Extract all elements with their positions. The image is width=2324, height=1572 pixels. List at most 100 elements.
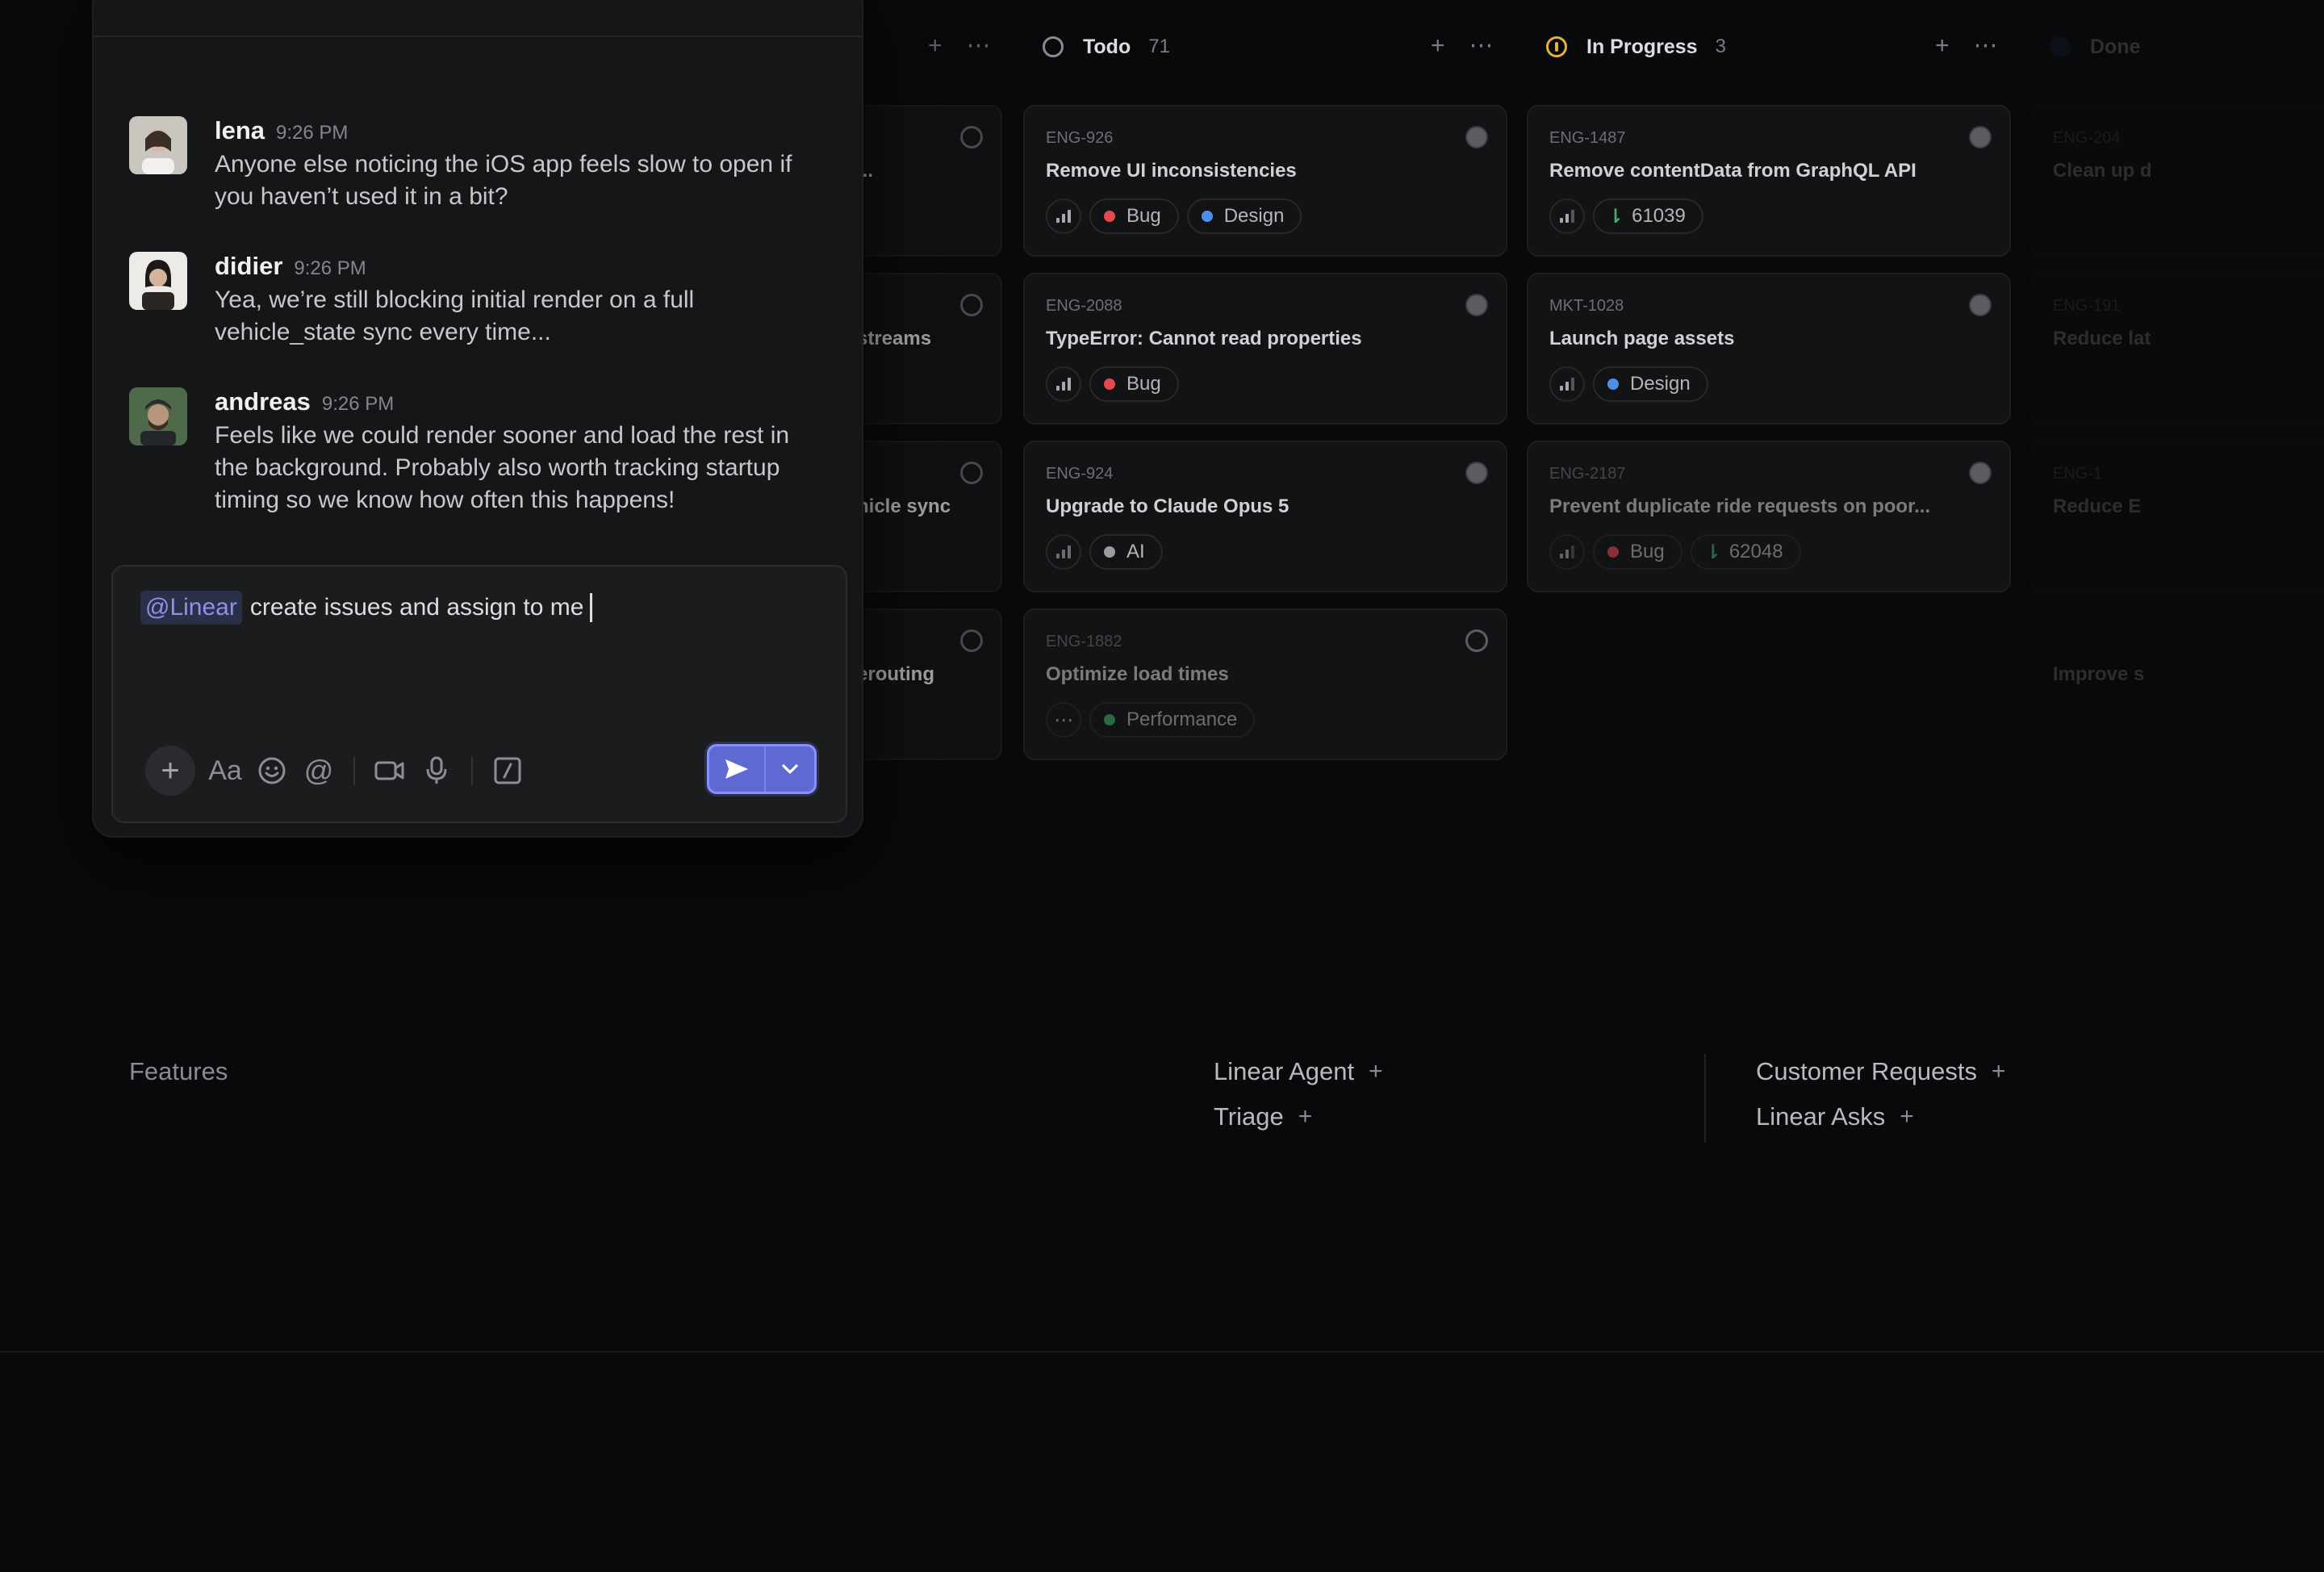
label-chip[interactable]: Bug [1089, 366, 1179, 402]
feature-link-triage[interactable]: Triage + [1214, 1102, 1312, 1131]
card-title: TypeError: Cannot read properties [1046, 328, 1362, 349]
message-time: 9:26 PM [321, 393, 395, 415]
design-dot-icon [1607, 378, 1619, 390]
assignee-icon [960, 629, 983, 652]
text-format-icon[interactable]: Aa [202, 747, 249, 794]
avatar[interactable] [129, 387, 187, 445]
priority-chip[interactable] [1046, 199, 1081, 234]
assignee-avatar [1969, 126, 1992, 148]
column-count: 71 [1148, 36, 1170, 57]
feature-link-customer-requests[interactable]: Customer Requests + [1756, 1057, 2005, 1086]
message-author[interactable]: lena [215, 116, 265, 145]
card-title: Optimize load times [1046, 663, 1229, 685]
message-author[interactable]: andreas [215, 387, 311, 416]
card-title: Improve s [2053, 663, 2145, 685]
issue-card[interactable]: ENG-1882 Optimize load times ⋯ Performan… [1023, 608, 1507, 760]
issue-card[interactable]: ENG-204 Clean up d [2030, 105, 2324, 257]
ai-dot-icon [1104, 546, 1115, 558]
assignee-avatar [1465, 126, 1488, 148]
emoji-icon[interactable] [249, 747, 295, 794]
assignee-avatar [1465, 462, 1488, 484]
message-author[interactable]: didier [215, 252, 282, 281]
issue-card[interactable]: ENG-191 Reduce lat [2030, 273, 2324, 424]
feature-link-linear-agent[interactable]: Linear Agent + [1214, 1057, 1383, 1086]
no-priority-icon: ⋯ [1054, 709, 1073, 731]
assignee-avatar [1465, 294, 1488, 316]
column-header-todo[interactable]: Todo 71 [1043, 29, 1170, 65]
feature-link-linear-asks[interactable]: Linear Asks + [1756, 1102, 1914, 1131]
priority-chip[interactable] [1549, 366, 1585, 402]
feature-label: Triage [1214, 1102, 1284, 1131]
message-composer[interactable]: @Linear create issues and assign to me +… [111, 565, 847, 823]
label-chip[interactable]: AI [1089, 534, 1163, 570]
column-actions: + ⋯ [1431, 34, 1494, 58]
bug-dot-icon [1104, 378, 1115, 390]
linear-mention[interactable]: @Linear [140, 591, 242, 625]
add-issue-icon[interactable]: + [1935, 34, 1950, 58]
more-options-icon[interactable]: ⋯ [1469, 34, 1494, 58]
issue-id: ENG-1882 [1046, 633, 1122, 650]
at-mention-icon[interactable]: @ [295, 747, 342, 794]
label-text: AI [1126, 541, 1145, 562]
card-title: Reduce E [2053, 495, 2142, 517]
label-chip[interactable]: Bug [1089, 199, 1179, 234]
label-chip[interactable]: Performance [1089, 702, 1256, 738]
message-time: 9:26 PM [294, 257, 366, 279]
priority-icon [1056, 378, 1071, 391]
issue-card[interactable]: MKT-1028 Launch page assets Design [1527, 273, 2011, 424]
more-options-icon[interactable]: ⋯ [1974, 34, 1998, 58]
label-chip[interactable]: Design [1186, 199, 1302, 234]
plus-icon: + [1298, 1103, 1313, 1130]
priority-icon [1056, 210, 1071, 223]
priority-chip[interactable] [1549, 534, 1585, 570]
microphone-icon[interactable] [413, 747, 460, 794]
pull-request-chip[interactable]: ⇂ 62048 [1690, 534, 1801, 570]
avatar[interactable] [129, 116, 187, 174]
issue-card[interactable]: ENG-2187 Prevent duplicate ride requests… [1527, 441, 2011, 592]
priority-chip[interactable] [1549, 199, 1585, 234]
issue-card[interactable]: ENG-1 Reduce E [2030, 441, 2324, 592]
column-header-inprogress[interactable]: In Progress 3 [1546, 29, 1726, 65]
card-title: Prevent duplicate ride requests on poor.… [1549, 495, 1931, 517]
priority-chip[interactable]: ⋯ [1046, 702, 1081, 738]
message-input[interactable]: @Linear create issues and assign to me [140, 591, 593, 625]
plus-icon[interactable]: + [145, 746, 195, 796]
send-button[interactable] [709, 746, 766, 792]
message-text: Yea, we’re still blocking initial render… [215, 286, 695, 345]
label-text: Design [1223, 205, 1285, 227]
issue-card[interactable]: ENG-926 Remove UI inconsistencies Bug De… [1023, 105, 1507, 257]
feature-label: Linear Agent [1214, 1057, 1355, 1085]
avatar[interactable] [129, 252, 187, 310]
column-title: In Progress [1586, 35, 1698, 58]
issue-card[interactable]: ENG-1487 Remove contentData from GraphQL… [1527, 105, 2011, 257]
pull-request-icon: ⇂ [1704, 541, 1721, 563]
slash-command-icon[interactable] [484, 747, 531, 794]
issue-card[interactable]: Improve s [2030, 608, 2324, 760]
divider [94, 36, 862, 37]
issue-id: MKT-1028 [1549, 297, 1624, 315]
add-issue-icon[interactable]: + [1431, 34, 1445, 58]
in-progress-status-icon [1546, 36, 1567, 57]
add-issue-icon[interactable]: + [928, 34, 943, 58]
issue-card[interactable]: ENG-924 Upgrade to Claude Opus 5 AI [1023, 441, 1507, 592]
composer-text: create issues and assign to me [249, 594, 584, 621]
column-header-done[interactable]: Done [2050, 29, 2141, 65]
card-title: Remove contentData from GraphQL API [1549, 160, 1916, 182]
label-chip[interactable]: Design [1593, 366, 1708, 402]
issue-card[interactable]: ENG-2088 TypeError: Cannot read properti… [1023, 273, 1507, 424]
label-chip[interactable]: Bug [1593, 534, 1682, 570]
column-title: Todo [1083, 35, 1131, 58]
priority-chip[interactable] [1046, 534, 1081, 570]
more-options-icon[interactable]: ⋯ [967, 34, 991, 58]
chat-panel: lena 9:26 PM Anyone else noticing the iO… [92, 0, 863, 838]
divider [1704, 1054, 1706, 1143]
video-icon[interactable] [366, 747, 413, 794]
pull-request-chip[interactable]: ⇂ 61039 [1593, 199, 1703, 234]
send-options-button[interactable] [766, 746, 814, 792]
todo-status-icon [1043, 36, 1064, 57]
plus-icon: + [1900, 1103, 1914, 1130]
pr-number: 62048 [1728, 541, 1783, 562]
card-title: Clean up d [2053, 160, 2152, 182]
card-title: erouting [857, 663, 934, 685]
priority-chip[interactable] [1046, 366, 1081, 402]
